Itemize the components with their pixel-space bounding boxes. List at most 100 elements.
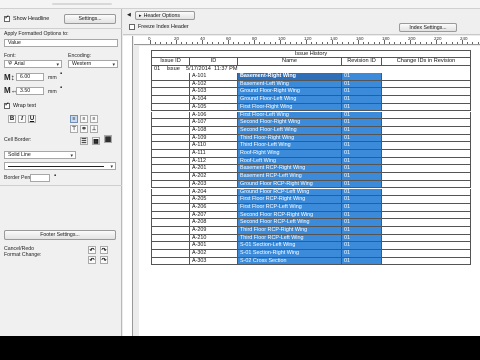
issue-id-cell[interactable] <box>151 211 189 220</box>
align-bottom-icon[interactable]: ⊥ <box>90 125 98 133</box>
sheet-name-cell[interactable]: Ground Floor RCP-Left Wing <box>237 188 341 197</box>
change-ids-cell[interactable] <box>381 88 471 97</box>
issue-id-cell[interactable] <box>151 188 189 197</box>
sheet-name-cell[interactable]: Ground Floor RCP-Right Wing <box>237 180 341 189</box>
freeze-index-header-row[interactable]: Freeze Index Header <box>129 24 189 30</box>
revision-id-cell[interactable]: 01 <box>341 227 381 235</box>
revision-id-cell[interactable]: 01 <box>341 103 381 112</box>
sheet-id-cell[interactable]: A-103 <box>189 88 237 97</box>
issue-id-cell[interactable] <box>151 196 189 204</box>
change-ids-cell[interactable] <box>381 227 471 235</box>
change-ids-cell[interactable] <box>381 111 471 120</box>
sheet-id-cell[interactable]: A-203 <box>189 180 237 189</box>
grip-handle[interactable] <box>52 3 112 5</box>
sheet-name-cell[interactable]: S-01 Section-Right Wing <box>237 250 341 258</box>
change-ids-cell[interactable] <box>381 142 471 150</box>
change-ids-cell[interactable] <box>381 242 471 251</box>
sheet-id-cell[interactable]: A-112 <box>189 157 237 166</box>
sheet-id-cell[interactable]: A-204 <box>189 188 237 197</box>
issue-id-cell[interactable] <box>151 242 189 251</box>
table-row[interactable]: A-111 Roof-Right Wing 01 <box>151 150 471 158</box>
revision-id-cell[interactable]: 01 <box>341 180 381 189</box>
sheet-name-cell[interactable]: S-01 Section-Left Wing <box>237 242 341 251</box>
table-row[interactable]: A-303 S-02 Cross Section 01 <box>151 257 471 266</box>
table-row[interactable]: A-301 S-01 Section-Left Wing 01 <box>151 242 471 251</box>
pen-color-icon[interactable]: ▪ <box>60 71 62 77</box>
issue-id-cell[interactable] <box>151 103 189 112</box>
underline-button[interactable]: U <box>28 115 36 123</box>
change-ids-cell[interactable] <box>381 157 471 166</box>
table-row[interactable]: A-204 Ground Floor RCP-Left Wing 01 <box>151 188 471 197</box>
issue-id-cell[interactable] <box>151 96 189 104</box>
table-row[interactable]: A-106 First Floor-Left Wing 01 <box>151 111 471 120</box>
sheet-id-cell[interactable]: A-111 <box>189 150 237 158</box>
sheet-name-cell[interactable]: First Floor RCP-Left Wing <box>237 203 341 212</box>
sheet-name-cell[interactable]: Ground Floor-Left Wing <box>237 96 341 104</box>
change-ids-cell[interactable] <box>381 96 471 104</box>
change-ids-cell[interactable] <box>381 234 471 243</box>
sheet-id-cell[interactable]: A-209 <box>189 227 237 235</box>
change-ids-cell[interactable] <box>381 126 471 135</box>
align-right-icon[interactable]: ≡ <box>90 115 98 123</box>
issue-id-cell[interactable] <box>151 257 189 266</box>
freeze-index-header-checkbox[interactable] <box>129 24 135 30</box>
show-headline-checkbox[interactable] <box>4 14 10 22</box>
sheet-name-cell[interactable]: Third Floor RCP-Right Wing <box>237 227 341 235</box>
sheet-name-cell[interactable]: Third Floor RCP-Left Wing <box>237 234 341 243</box>
undo-icon[interactable]: ↶ <box>88 246 96 254</box>
revision-id-cell[interactable]: 01 <box>341 257 381 266</box>
undo-icon[interactable]: ↶ <box>88 256 96 264</box>
revision-id-cell[interactable]: 01 <box>341 73 381 81</box>
issue-id-cell[interactable] <box>151 227 189 235</box>
show-headline-row[interactable]: Show Headline <box>4 14 49 22</box>
sheet-id-cell[interactable]: A-104 <box>189 96 237 104</box>
issue-id-cell[interactable] <box>151 180 189 189</box>
sheet-name-cell[interactable]: Ground Floor-Right Wing <box>237 88 341 97</box>
sheet-name-cell[interactable]: S-02 Cross Section <box>237 257 341 266</box>
column-header-issue-id[interactable]: Issue ID <box>151 58 190 66</box>
table-row[interactable]: A-302 S-01 Section-Right Wing 01 <box>151 250 471 258</box>
footer-settings-button[interactable]: Footer Settings... <box>4 230 116 240</box>
table-row[interactable]: A-109 Third Floor-Right Wing 01 <box>151 134 471 143</box>
issue-id-cell[interactable] <box>151 203 189 212</box>
wrap-text-checkbox[interactable] <box>4 101 10 109</box>
align-center-icon[interactable]: ≡ <box>80 115 88 123</box>
cell-border-dropdown[interactable]: Solid Line ▾ <box>4 151 76 159</box>
revision-id-cell[interactable]: 01 <box>341 188 381 197</box>
table-row[interactable]: A-201 Basement RCP-Right Wing 01 <box>151 165 471 174</box>
table-row[interactable]: A-108 Second Floor-Left Wing 01 <box>151 126 471 135</box>
encoding-dropdown[interactable]: Western ▾ <box>68 60 118 68</box>
issue-id-cell[interactable] <box>151 119 189 127</box>
table-row[interactable]: A-102 Basement-Left Wing 01 <box>151 80 471 89</box>
column-header-name[interactable]: Name <box>237 58 342 66</box>
issue-id-cell[interactable] <box>151 134 189 143</box>
sheet-id-cell[interactable]: A-108 <box>189 126 237 135</box>
sheet-id-cell[interactable]: A-105 <box>189 103 237 112</box>
border-all-icon[interactable]: ▦ <box>92 137 100 145</box>
sheet-id-cell[interactable]: A-210 <box>189 234 237 243</box>
revision-id-cell[interactable]: 01 <box>341 119 381 127</box>
headline-settings-button[interactable]: Settings... <box>64 14 116 24</box>
table-row[interactable]: A-107 Second Floor-Right Wing 01 <box>151 119 471 127</box>
text-height-field[interactable]: 6.00 <box>16 73 44 81</box>
issue-id-cell[interactable] <box>151 165 189 174</box>
sheet-name-cell[interactable]: Second Floor-Right Wing <box>237 119 341 127</box>
issue-id-cell[interactable] <box>151 126 189 135</box>
revision-id-cell[interactable]: 01 <box>341 126 381 135</box>
issue-id-cell[interactable] <box>151 173 189 181</box>
sheet-id-cell[interactable]: A-106 <box>189 111 237 120</box>
sheet-name-cell[interactable]: First Floor-Left Wing <box>237 111 341 120</box>
issue-id-cell[interactable] <box>151 73 189 81</box>
sheet-name-cell[interactable]: Basement RCP-Right Wing <box>237 165 341 174</box>
issue-id-cell[interactable] <box>151 219 189 227</box>
sheet-id-cell[interactable]: A-107 <box>189 119 237 127</box>
change-ids-cell[interactable] <box>381 211 471 220</box>
table-row[interactable]: A-112 Roof-Left Wing 01 <box>151 157 471 166</box>
revision-id-cell[interactable]: 01 <box>341 242 381 251</box>
sheet-name-cell[interactable]: Second Floor-Left Wing <box>237 126 341 135</box>
table-row[interactable]: A-205 First Floor RCP-Right Wing 01 <box>151 196 471 204</box>
table-row[interactable]: A-105 First Floor-Right Wing 01 <box>151 103 471 112</box>
change-ids-cell[interactable] <box>381 257 471 266</box>
sheet-name-cell[interactable]: Second Floor RCP-Right Wing <box>237 211 341 220</box>
change-ids-cell[interactable] <box>381 250 471 258</box>
